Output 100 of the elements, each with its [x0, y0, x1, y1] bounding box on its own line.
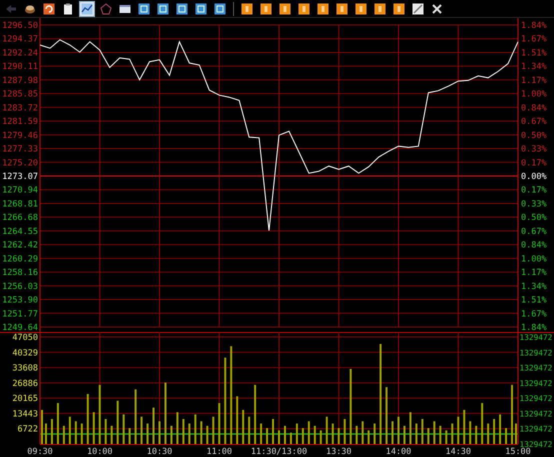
volume-bar	[368, 430, 370, 444]
price-axis-label: 1290.11	[2, 62, 38, 72]
toolbar-button[interactable]	[277, 0, 293, 16]
time-axis-label: 14:30	[445, 447, 472, 457]
volume-bar	[260, 424, 262, 444]
volume-bar	[110, 426, 113, 444]
tile-icon	[279, 2, 291, 14]
tile-icon	[260, 2, 272, 14]
percent-axis-label: 0.50%	[521, 213, 547, 224]
volume-bar	[188, 424, 190, 444]
toolbar-button[interactable]	[353, 0, 369, 16]
volume-bar	[362, 421, 364, 444]
time-axis-label: 13:30	[326, 447, 352, 457]
volume-bar	[445, 430, 448, 444]
volume-bar	[511, 384, 514, 444]
price-axis-label: 1256.03	[2, 282, 38, 292]
toolbar-button[interactable]	[136, 0, 152, 16]
volume-bar	[332, 424, 334, 444]
price-axis-label: 1285.85	[2, 90, 38, 100]
volume-bar	[386, 387, 388, 444]
volume-bar	[74, 421, 77, 444]
percent-axis-label: 0.33%	[521, 199, 547, 210]
volume-bar	[463, 410, 466, 444]
tile-icon	[317, 2, 329, 14]
tile-icon	[298, 2, 310, 14]
time-axis-label: 14:00	[386, 447, 412, 457]
volume-bar	[206, 426, 208, 444]
price-axis-label: 1277.33	[2, 144, 38, 155]
pencil-icon	[412, 2, 424, 14]
toolbar-button[interactable]	[315, 0, 331, 16]
volume-bar	[505, 428, 508, 444]
toolbar-button[interactable]	[296, 0, 312, 16]
volume-bar	[290, 432, 292, 444]
volume-bar	[314, 426, 316, 444]
volume-bar	[469, 421, 472, 444]
toolbar-button[interactable]	[334, 0, 350, 16]
percent-axis-label: 1.17%	[521, 268, 547, 278]
percent-axis-label: 1.51%	[521, 48, 547, 58]
toolbar-button[interactable]	[41, 0, 57, 16]
volume-bar	[451, 424, 454, 444]
time-axis-label: 10:30	[146, 447, 172, 457]
volume-bar	[481, 403, 484, 444]
refresh-icon	[43, 2, 55, 14]
volume-bar	[152, 408, 155, 444]
percent-axis-label: 1.17%	[521, 76, 547, 86]
percent-axis-label: 0.67%	[521, 117, 547, 128]
percent-axis-label: 0.84%	[521, 103, 547, 114]
percent-axis-label: 0.17%	[521, 158, 547, 168]
volume-bar	[338, 428, 340, 444]
volume-bar	[170, 426, 172, 444]
volume-bar	[98, 384, 101, 444]
close-icon	[431, 2, 443, 14]
volume-bar	[308, 421, 310, 444]
framed-square-icon	[157, 2, 169, 14]
radar-icon	[100, 2, 112, 14]
toolbar-button[interactable]	[79, 0, 95, 16]
toolbar-button[interactable]	[174, 0, 190, 16]
volume-axis-label: 47050	[12, 333, 38, 343]
toolbar-button[interactable]	[212, 0, 228, 16]
volume-bar	[392, 421, 394, 444]
volume-bar	[356, 426, 358, 444]
volume-axis-label: 40329	[12, 348, 38, 358]
toolbar-button[interactable]	[258, 0, 274, 16]
tile-icon	[241, 2, 253, 14]
toolbar-button[interactable]	[372, 0, 388, 16]
price-axis-label: 1251.77	[2, 309, 38, 320]
toolbar-button[interactable]	[410, 0, 426, 16]
price-axis-label: 1294.37	[2, 34, 38, 45]
volume-bar	[50, 418, 53, 444]
toolbar-button[interactable]	[239, 0, 255, 16]
percent-axis-label: 1.00%	[521, 254, 547, 264]
percent-axis-label: 0.17%	[521, 186, 547, 196]
price-axis-label: 1260.29	[2, 254, 38, 264]
volume-axis-label: 20165	[12, 394, 38, 404]
volume-bar	[194, 414, 196, 444]
toolbar-button[interactable]	[155, 0, 171, 16]
time-axis-label: 15:00	[505, 447, 531, 457]
percent-axis-label: 1.84%	[521, 21, 547, 31]
percent-axis-label: 1.67%	[521, 34, 547, 45]
framed-square-icon	[138, 2, 150, 14]
volume-axis-label: 33608	[12, 364, 38, 374]
percent-axis-label: 1.67%	[521, 309, 547, 320]
toolbar-button[interactable]	[193, 0, 209, 16]
toolbar-button[interactable]	[391, 0, 407, 16]
volume-bar	[44, 424, 47, 444]
volume-bar	[284, 426, 286, 444]
volume-bar	[272, 418, 274, 444]
volume-axis-label: 6722	[18, 424, 38, 435]
price-axis-label: 1268.81	[2, 199, 38, 210]
volume-bar	[62, 426, 65, 444]
volume-bar	[212, 416, 214, 444]
volume-bar	[499, 414, 502, 444]
volume-bar	[409, 412, 412, 444]
framed-square-icon	[214, 2, 226, 14]
volume-bar	[374, 424, 376, 444]
volume-bar	[493, 418, 496, 444]
tile-icon	[336, 2, 348, 14]
time-axis-label: 11:00	[206, 447, 232, 457]
volume-bar	[254, 384, 256, 444]
volume-bar	[182, 418, 184, 444]
